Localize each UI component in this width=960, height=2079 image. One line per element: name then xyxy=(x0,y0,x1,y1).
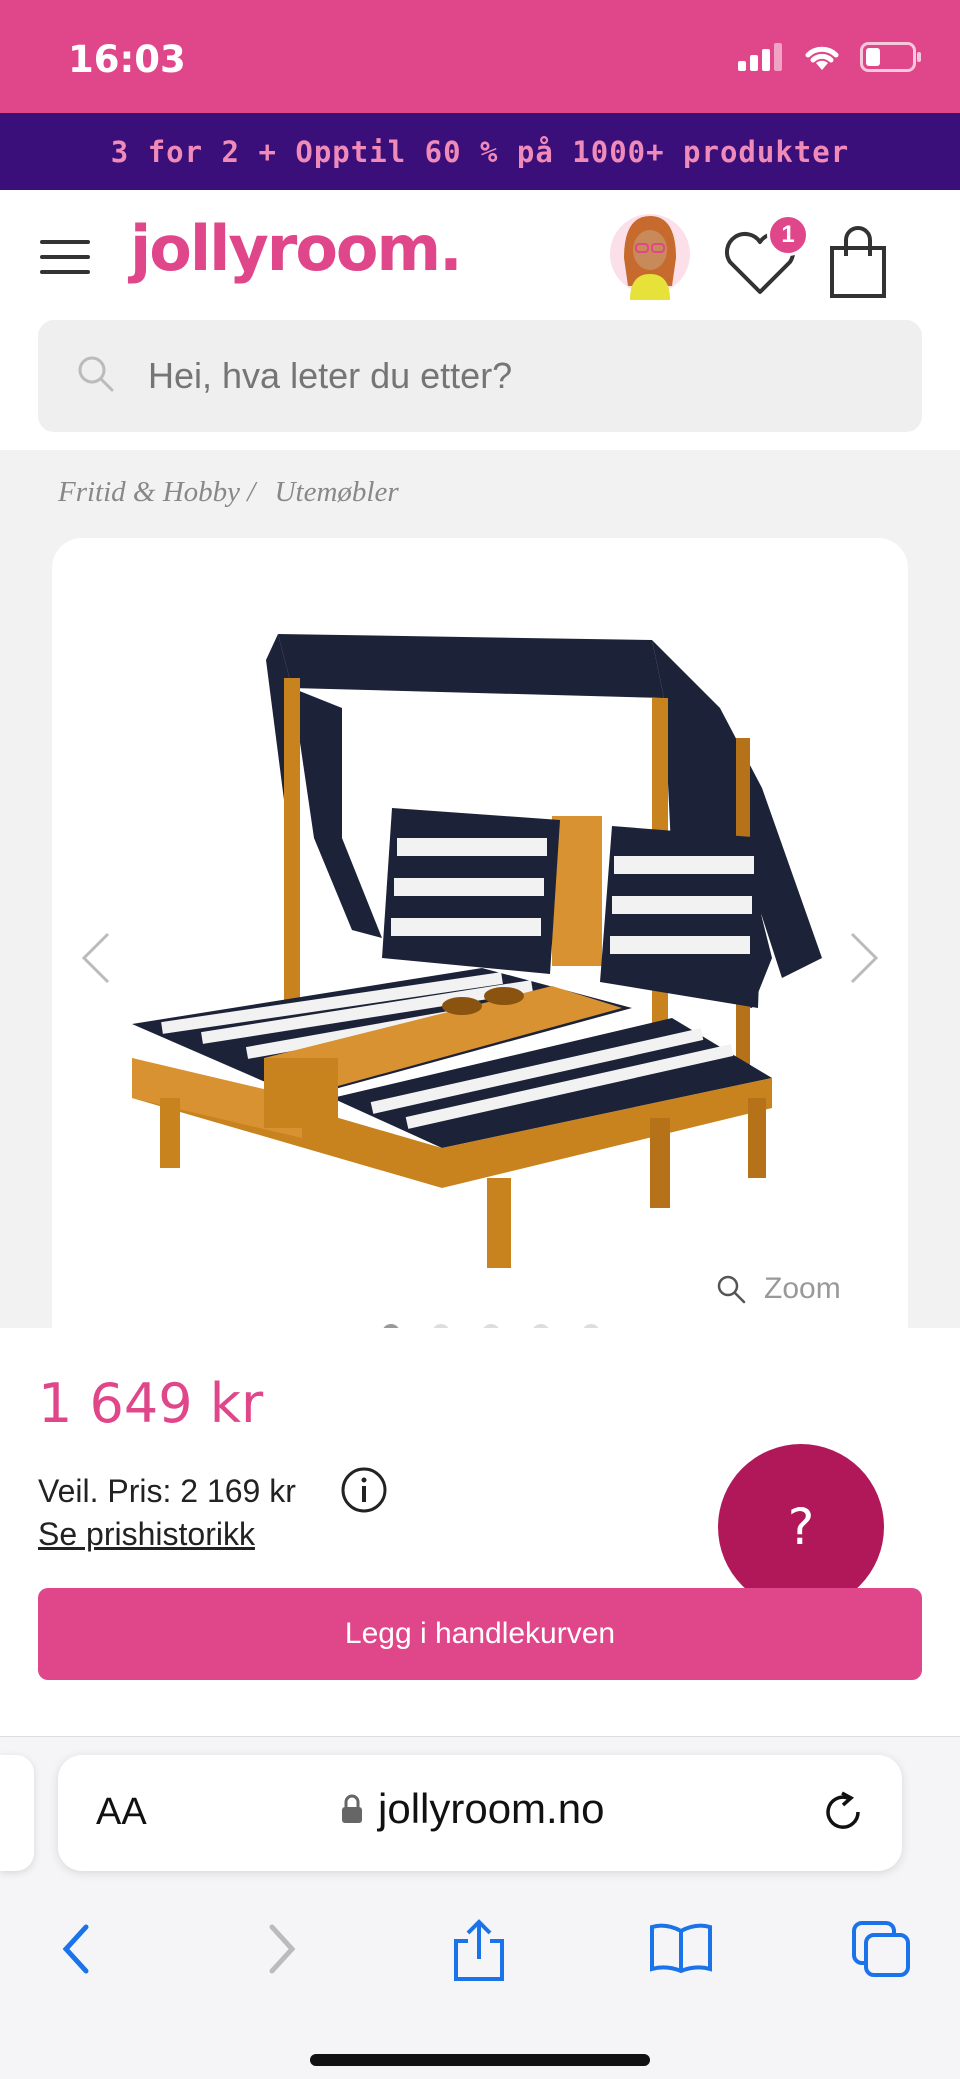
zoom-label: Zoom xyxy=(764,1272,841,1305)
magnifier-icon xyxy=(717,1275,746,1304)
site-header: jollyroom. 1 xyxy=(0,190,960,450)
shopping-bag-icon[interactable] xyxy=(828,226,888,300)
cellular-signal-icon xyxy=(738,43,782,71)
promo-banner[interactable]: 3 for 2 + Opptil 60 % på 1000+ produkter xyxy=(0,113,960,190)
search-icon xyxy=(78,356,114,392)
back-icon[interactable] xyxy=(56,1919,96,1979)
battery-icon xyxy=(860,42,921,72)
price-history-link[interactable]: Se prishistorikk xyxy=(38,1516,255,1553)
browser-toolbar xyxy=(0,1907,960,2007)
zoom-button[interactable]: Zoom xyxy=(716,1272,841,1306)
gallery-prev-arrow-icon[interactable] xyxy=(76,928,116,988)
info-icon[interactable] xyxy=(340,1466,388,1514)
reload-icon[interactable] xyxy=(818,1787,868,1837)
gallery-next-arrow-icon[interactable] xyxy=(844,928,884,988)
add-to-cart-button[interactable]: Legg i handlekurven xyxy=(38,1588,922,1680)
user-avatar-icon[interactable] xyxy=(610,208,690,300)
wishlist-count-badge: 1 xyxy=(767,214,809,256)
breadcrumb-item-utemobler[interactable]: Utemøbler xyxy=(275,476,399,508)
address-bar[interactable]: AA jollyroom.no xyxy=(58,1755,902,1871)
status-icons xyxy=(738,42,922,72)
breadcrumb: Fritid & Hobby / Utemøbler xyxy=(58,476,411,509)
bookmarks-icon[interactable] xyxy=(648,1919,714,1975)
search-input[interactable] xyxy=(148,320,888,432)
product-image-gallery[interactable]: Zoom xyxy=(52,538,908,1338)
hamburger-menu-icon[interactable] xyxy=(40,240,90,280)
share-icon[interactable] xyxy=(452,1919,506,1983)
product-price: 1 649 kr xyxy=(38,1372,264,1435)
tabs-icon[interactable] xyxy=(850,1919,912,1979)
search-bar xyxy=(38,320,922,432)
text-size-label: AA xyxy=(96,1791,147,1833)
product-image xyxy=(132,634,822,1268)
breadcrumb-item-fritid-hobby[interactable]: Fritid & Hobby / xyxy=(58,476,255,508)
url-display[interactable]: jollyroom.no xyxy=(340,1785,604,1833)
wifi-icon xyxy=(805,46,839,70)
text-size-button[interactable]: AA xyxy=(96,1791,147,1834)
recommended-price: Veil. Pris: 2 169 kr xyxy=(38,1473,296,1509)
purchase-panel: 1 649 kr Veil. Pris: 2 169 kr Se prishis… xyxy=(0,1328,960,1736)
status-time: 16:03 xyxy=(68,38,186,81)
status-bar: 16:03 xyxy=(0,0,960,113)
lock-icon xyxy=(342,1794,362,1823)
site-logo[interactable]: jollyroom. xyxy=(130,212,463,285)
forward-icon[interactable] xyxy=(262,1919,302,1979)
browser-chrome: AA jollyroom.no xyxy=(0,1736,960,2079)
url-text: jollyroom.no xyxy=(378,1785,605,1832)
home-indicator[interactable] xyxy=(310,2054,650,2066)
previous-tab-preview[interactable] xyxy=(0,1755,34,1871)
help-button[interactable]: ? xyxy=(718,1444,884,1610)
